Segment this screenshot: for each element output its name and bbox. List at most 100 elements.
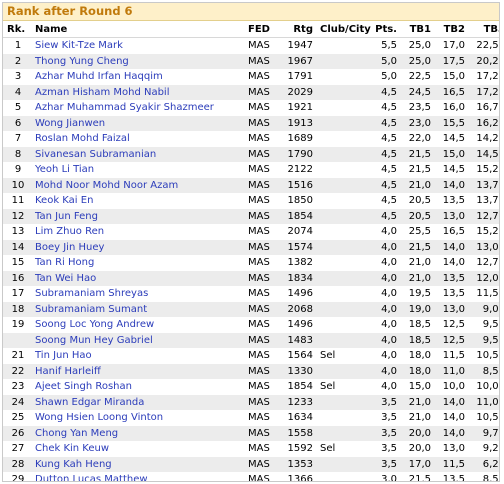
tb2-cell: 17,5 (433, 53, 467, 69)
table-row: 10 Mohd Noor Mohd Noor Azam MAS 1516 4,5 21,0… (3, 177, 499, 193)
player-name-link[interactable]: Soong Mun Hey Gabriel (35, 335, 153, 346)
player-name-link[interactable]: Sivanesan Subramanian (35, 149, 156, 160)
tb1-cell: 18,0 (399, 348, 433, 364)
rating-cell: 1330 (280, 363, 315, 379)
table-row: 16Tan Wei Hao MAS1834 4,021,013,512,00 (3, 270, 499, 286)
tb1-cell: 21,5 (399, 472, 433, 481)
player-name-link[interactable]: Wong Hsien Loong Vinton (35, 412, 163, 423)
tb3-cell: 15,25 (467, 224, 499, 240)
tb2-cell: 10,0 (433, 379, 467, 395)
player-name-cell: Azman Hisham Mohd Nabil (33, 84, 246, 100)
player-name-link[interactable]: Azman Hisham Mohd Nabil (35, 87, 170, 98)
club-cell (315, 100, 371, 116)
rating-cell: 1947 (280, 37, 315, 54)
federation-cell: MAS (246, 193, 280, 209)
player-name-link[interactable]: Ajeet Singh Roshan (35, 381, 132, 392)
tb3-cell: 13,75 (467, 177, 499, 193)
player-name-link[interactable]: Lim Zhuo Ren (35, 226, 104, 237)
tb3-cell: 16,75 (467, 100, 499, 116)
rating-cell: 1366 (280, 472, 315, 481)
federation-cell: MAS (246, 115, 280, 131)
player-name-cell: Soong Loc Yong Andrew (33, 317, 246, 333)
player-name-link[interactable]: Hanif Harleiff (35, 366, 101, 377)
player-name-link[interactable]: Shawn Edgar Miranda (35, 397, 144, 408)
player-name-cell: Tin Jun Hao (33, 348, 246, 364)
standings-table: Rk. Name FED Rtg Club/City Pts. TB1 TB2 … (3, 21, 499, 481)
rating-cell: 1850 (280, 193, 315, 209)
federation-cell: MAS (246, 208, 280, 224)
player-name-link[interactable]: Boey Jin Huey (35, 242, 104, 253)
player-name-link[interactable]: Azhar Muhd Irfan Haqqim (35, 71, 163, 82)
rank-cell (3, 332, 33, 348)
federation-cell: MAS (246, 53, 280, 69)
points-cell: 3,0 (371, 472, 399, 481)
player-name-link[interactable]: Dutton Lucas Matthew (35, 474, 148, 481)
table-body: 1 Siew Kit-Tze Mark MAS 1947 5,5 25,0 17,0 22,5… (3, 37, 499, 481)
player-name-link[interactable]: Chek Kin Keuw (35, 443, 109, 454)
club-cell (315, 69, 371, 85)
tb1-cell: 15,0 (399, 379, 433, 395)
player-name-cell: Mohd Noor Mohd Noor Azam (33, 177, 246, 193)
club-cell: Sel (315, 441, 371, 457)
rank-cell: 24 (3, 394, 33, 410)
player-name-link[interactable]: Siew Kit-Tze Mark (35, 40, 123, 51)
table-row: 14Boey Jin Huey MAS1574 4,021,514,013,00 (3, 239, 499, 255)
tb3-cell: 12,75 (467, 208, 499, 224)
club-cell (315, 332, 371, 348)
player-name-link[interactable]: Kung Kah Heng (35, 459, 112, 470)
player-name-link[interactable]: Roslan Mohd Faizal (35, 133, 130, 144)
tb2-cell: 16,5 (433, 84, 467, 100)
points-cell: 5,0 (371, 53, 399, 69)
points-cell: 3,5 (371, 410, 399, 426)
rank-cell: 18 (3, 301, 33, 317)
tb2-cell: 14,0 (433, 410, 467, 426)
column-header-club: Club/City (315, 21, 371, 38)
table-row: 26Chong Yan Meng MAS1558 3,520,014,09,75 (3, 425, 499, 441)
tb1-cell: 20,5 (399, 208, 433, 224)
player-name-cell: Wong Hsien Loong Vinton (33, 410, 246, 426)
player-name-link[interactable]: Subramaniam Sumant (35, 304, 147, 315)
rank-cell: 7 (3, 131, 33, 147)
table-row: 25 Wong Hsien Loong Vinton MAS 1634 3,5 21,0 1… (3, 410, 499, 426)
federation-cell: MAS (246, 162, 280, 178)
points-cell: 4,0 (371, 224, 399, 240)
rank-cell: 22 (3, 363, 33, 379)
player-name-link[interactable]: Subramaniam Shreyas (35, 288, 148, 299)
player-name-link[interactable]: Wong Jianwen (35, 118, 105, 129)
tb3-cell: 20,25 (467, 53, 499, 69)
table-row: 4 Azman Hisham Mohd Nabil MAS 2029 4,5 24,5 16… (3, 84, 499, 100)
player-name-cell: Lim Zhuo Ren (33, 224, 246, 240)
club-cell (315, 425, 371, 441)
tb2-cell: 13,0 (433, 301, 467, 317)
rating-cell: 1353 (280, 456, 315, 472)
rank-cell: 16 (3, 270, 33, 286)
player-name-link[interactable]: Tan Ri Hong (35, 257, 94, 268)
rating-cell: 1913 (280, 115, 315, 131)
table-row: 19 Soong Loc Yong Andrew MAS 1496 4,0 18,5 12,… (3, 317, 499, 333)
tb1-cell: 20,5 (399, 193, 433, 209)
federation-cell: MAS (246, 255, 280, 271)
player-name-cell: Subramaniam Sumant (33, 301, 246, 317)
player-name-link[interactable]: Azhar Muhammad Syakir Shazmeer (35, 102, 214, 113)
player-name-link[interactable]: Tan Wei Hao (35, 273, 96, 284)
tb1-cell: 18,5 (399, 317, 433, 333)
player-name-link[interactable]: Yeoh Li Tian (35, 164, 94, 175)
player-name-link[interactable]: Chong Yan Meng (35, 428, 118, 439)
player-name-link[interactable]: Tin Jun Hao (35, 350, 92, 361)
player-name-link[interactable]: Keok Kai En (35, 195, 93, 206)
tb3-cell: 10,50 (467, 410, 499, 426)
rank-cell: 13 (3, 224, 33, 240)
player-name-link[interactable]: Mohd Noor Mohd Noor Azam (35, 180, 178, 191)
rating-cell: 1574 (280, 239, 315, 255)
rating-cell: 1791 (280, 69, 315, 85)
player-name-link[interactable]: Thong Yung Cheng (35, 56, 129, 67)
player-name-link[interactable]: Tan Jun Feng (35, 211, 98, 222)
player-name-cell: Keok Kai En (33, 193, 246, 209)
club-cell (315, 239, 371, 255)
club-cell (315, 255, 371, 271)
club-cell (315, 301, 371, 317)
player-name-cell: Sivanesan Subramanian (33, 146, 246, 162)
tb2-cell: 13,0 (433, 208, 467, 224)
player-name-link[interactable]: Soong Loc Yong Andrew (35, 319, 154, 330)
tb2-cell: 14,0 (433, 255, 467, 271)
